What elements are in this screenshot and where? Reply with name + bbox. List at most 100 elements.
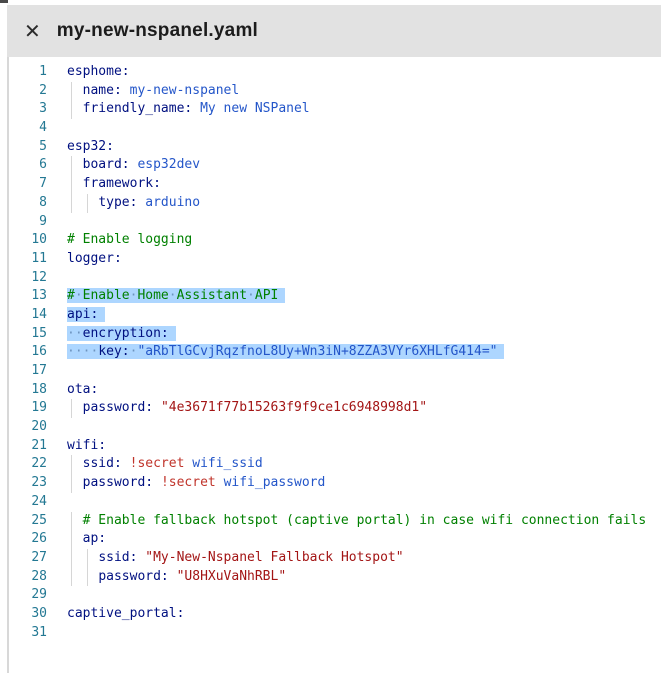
- code-line[interactable]: 27 ssid: "My-New-Nspanel Fallback Hotspo…: [9, 549, 661, 568]
- token-s: "My-New-Nspanel Fallback Hotspot": [145, 550, 403, 565]
- token-t: [67, 513, 83, 528]
- code-line[interactable]: 14 api:: [9, 306, 661, 325]
- code-line-content: esphome:: [67, 63, 661, 82]
- selection-highlight: ····key:·"aRbTlGCvjRqzfnoL8Uy+Wn3iN+8ZZA…: [67, 344, 504, 359]
- token-k: ap:: [83, 531, 106, 546]
- token-c: # Enable logging: [67, 232, 192, 247]
- code-line[interactable]: 5esp32:: [9, 138, 661, 157]
- code-line[interactable]: 17: [9, 362, 661, 381]
- token-k: password:: [83, 400, 153, 415]
- line-number: 7: [9, 175, 47, 194]
- code-line[interactable]: 23 password: !secret wifi_password: [9, 474, 661, 493]
- token-v: esp32dev: [137, 157, 200, 172]
- code-line[interactable]: 11logger:: [9, 250, 661, 269]
- code-line[interactable]: 9: [9, 213, 661, 232]
- token-t: [67, 83, 83, 98]
- code-line-content: logger:: [67, 250, 661, 269]
- code-line-content: # Enable fallback hotspot (captive porta…: [67, 512, 661, 531]
- token-c: API: [255, 288, 278, 303]
- token-t: [153, 400, 161, 415]
- code-line[interactable]: 4: [9, 119, 661, 138]
- selection-highlight: #·Enable·Home·Assistant·API: [67, 288, 285, 303]
- token-k: captive_portal:: [67, 606, 184, 621]
- indent-guide: [71, 474, 72, 493]
- code-line[interactable]: 20: [9, 418, 661, 437]
- code-line[interactable]: 22 ssid: !secret wifi_ssid: [9, 455, 661, 474]
- close-icon[interactable]: ✕: [24, 21, 41, 41]
- selection-highlight: api:: [67, 307, 105, 322]
- code-line[interactable]: 26 ap:: [9, 530, 661, 549]
- code-line[interactable]: 12: [9, 269, 661, 288]
- token-v: wifi_ssid: [192, 456, 262, 471]
- code-line[interactable]: 6 board: esp32dev: [9, 156, 661, 175]
- token-t: [67, 101, 83, 116]
- code-line[interactable]: 21wifi:: [9, 437, 661, 456]
- indent-guide: [71, 194, 72, 213]
- token-k: encryption:: [83, 326, 169, 341]
- code-line[interactable]: 24: [9, 493, 661, 512]
- token-k: name:: [83, 83, 122, 98]
- code-line[interactable]: 7 framework:: [9, 175, 661, 194]
- code-line[interactable]: 18ota:: [9, 381, 661, 400]
- token-r: !secret: [130, 456, 185, 471]
- token-c: Home: [137, 288, 168, 303]
- token-t: [216, 475, 224, 490]
- code-line-content: password: !secret wifi_password: [67, 474, 661, 493]
- token-v: my-new-nspanel: [130, 83, 240, 98]
- token-s: "4e3671f77b15263f9f9ce1c6948998d1": [161, 400, 427, 415]
- code-line[interactable]: 8 type: arduino: [9, 194, 661, 213]
- token-t: [169, 569, 177, 584]
- code-line-content: #·Enable·Home·Assistant·API: [67, 287, 661, 306]
- token-t: [122, 456, 130, 471]
- code-line[interactable]: 19 password: "4e3671f77b15263f9f9ce1c694…: [9, 399, 661, 418]
- line-number: 31: [9, 624, 47, 643]
- code-line[interactable]: 31: [9, 624, 661, 643]
- line-number: 19: [9, 399, 47, 418]
- indent-guide: [87, 568, 88, 587]
- code-line[interactable]: 3 friendly_name: My new NSPanel: [9, 100, 661, 119]
- token-t: [67, 400, 83, 415]
- code-line[interactable]: 2 name: my-new-nspanel: [9, 82, 661, 101]
- line-number: 24: [9, 493, 47, 512]
- code-line[interactable]: 16····key:·"aRbTlGCvjRqzfnoL8Uy+Wn3iN+8Z…: [9, 343, 661, 362]
- token-k: friendly_name:: [83, 101, 193, 116]
- line-number: 14: [9, 306, 47, 325]
- code-line[interactable]: 10# Enable logging: [9, 231, 661, 250]
- code-line[interactable]: 15··encryption:: [9, 325, 661, 344]
- line-number: 23: [9, 474, 47, 493]
- line-number: 22: [9, 455, 47, 474]
- code-line-content: captive_portal:: [67, 605, 661, 624]
- token-w: ·: [169, 288, 177, 303]
- code-line[interactable]: 1esphome:: [9, 63, 661, 82]
- code-editor[interactable]: 1esphome:2 name: my-new-nspanel3 friendl…: [7, 57, 661, 673]
- code-line[interactable]: 13#·Enable·Home·Assistant·API: [9, 287, 661, 306]
- line-number: 15: [9, 325, 47, 344]
- code-line[interactable]: 28 password: "U8HXuVaNhRBL": [9, 568, 661, 587]
- indent-guide: [71, 512, 72, 531]
- code-line[interactable]: 29: [9, 586, 661, 605]
- code-line-content: password: "U8HXuVaNhRBL": [67, 568, 661, 587]
- line-number: 29: [9, 586, 47, 605]
- token-v: arduino: [145, 195, 200, 210]
- token-k: logger:: [67, 251, 122, 266]
- code-line-content: esp32:: [67, 138, 661, 157]
- editor-header: ✕ my-new-nspanel.yaml: [7, 5, 661, 57]
- token-v: "aRbTlGCvjRqzfnoL8Uy+Wn3iN+8ZZA3VYr6XHLf…: [137, 344, 497, 359]
- token-k: esphome:: [67, 64, 130, 79]
- code-line[interactable]: 25 # Enable fallback hotspot (captive po…: [9, 512, 661, 531]
- token-k: esp32:: [67, 139, 114, 154]
- code-line[interactable]: 30captive_portal:: [9, 605, 661, 624]
- token-t: [122, 83, 130, 98]
- token-k: board:: [83, 157, 130, 172]
- code-line-content: ap:: [67, 530, 661, 549]
- code-line-content: ····key:·"aRbTlGCvjRqzfnoL8Uy+Wn3iN+8ZZA…: [67, 343, 661, 362]
- line-number: 13: [9, 287, 47, 306]
- code-line-content: password: "4e3671f77b15263f9f9ce1c694899…: [67, 399, 661, 418]
- token-t: [67, 157, 83, 172]
- code-line-content: type: arduino: [67, 194, 661, 213]
- indent-guide: [87, 549, 88, 568]
- token-t: [67, 531, 83, 546]
- code-line-content: name: my-new-nspanel: [67, 82, 661, 101]
- code-line-content: ota:: [67, 381, 661, 400]
- code-lines: 1esphome:2 name: my-new-nspanel3 friendl…: [9, 63, 661, 642]
